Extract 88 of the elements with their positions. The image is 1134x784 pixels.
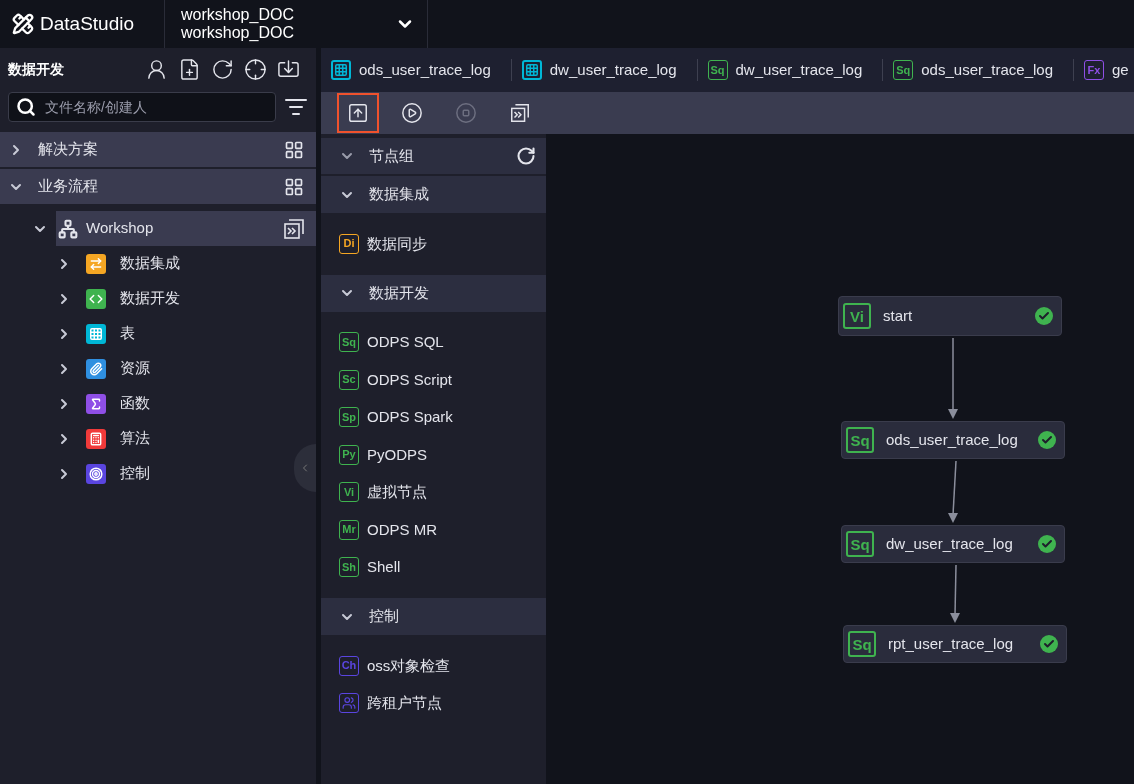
search-icon xyxy=(16,97,36,117)
tab-label[interactable]: dw_user_trace_log xyxy=(549,58,677,82)
node-type-item[interactable]: 跨租户节点 xyxy=(321,684,546,722)
workflow-node[interactable]: Sq rpt_user_trace_log xyxy=(843,625,1067,663)
workflow-label[interactable]: Workshop xyxy=(86,217,274,240)
connector-arrow xyxy=(948,460,958,523)
workflow-node[interactable]: Sq dw_user_trace_log xyxy=(841,525,1065,563)
tree-item-label[interactable]: 控制 xyxy=(120,462,150,485)
node-type-item[interactable]: Sq ODPS SQL xyxy=(321,323,546,361)
refresh-icon[interactable] xyxy=(516,146,536,166)
node-type-badge: Sq xyxy=(846,531,874,557)
grid-icon[interactable] xyxy=(284,139,304,160)
node-type-item[interactable]: Ch oss对象检查 xyxy=(321,647,546,685)
submit-button[interactable] xyxy=(337,93,379,133)
node-type-badge: Sq xyxy=(707,60,728,80)
project-name: workshop_DOC xyxy=(181,6,294,24)
sidebar-title: 数据开发 xyxy=(8,59,65,79)
node-type-badge: Sc xyxy=(339,369,359,390)
node-type-item[interactable]: Sp ODPS Spark xyxy=(321,398,546,436)
editor-tab[interactable]: ods_user_trace_log xyxy=(321,48,501,92)
editor-tab[interactable]: Sq dw_user_trace_log xyxy=(697,48,873,92)
node-type-badge: Sq xyxy=(893,60,914,80)
editor-tab[interactable]: Sq ods_user_trace_log xyxy=(883,48,1064,92)
new-file-icon[interactable] xyxy=(178,57,201,81)
node-type-item[interactable]: Sc ODPS Script xyxy=(321,361,546,399)
node-type-item[interactable]: Mr ODPS MR xyxy=(321,511,546,549)
node-label: ods_user_trace_log xyxy=(886,429,1019,450)
node-type-badge: Sq xyxy=(848,631,876,657)
node-type-badge: Sh xyxy=(339,557,359,578)
node-type-item[interactable]: Sh Shell xyxy=(321,548,546,586)
node-type-badge: Sq xyxy=(339,332,359,353)
search-field[interactable]: 文件名称/创建人 xyxy=(8,92,276,122)
group-header[interactable]: 数据集成 xyxy=(321,176,546,213)
forward-pages-icon xyxy=(509,102,531,124)
project-name: workshop_DOC xyxy=(181,24,294,42)
workflow-node[interactable]: Vi start xyxy=(838,296,1062,336)
tab-label[interactable]: ge xyxy=(1112,58,1129,82)
tree-item-label[interactable]: 函数 xyxy=(120,392,150,415)
node-type-item[interactable]: Vi 虚拟节点 xyxy=(321,473,546,511)
stop-icon xyxy=(455,102,477,124)
group-title[interactable]: 数据开发 xyxy=(369,281,429,305)
node-type-badge: Sq xyxy=(846,427,874,453)
node-type-badge: Sp xyxy=(339,407,359,428)
connector-arrow xyxy=(950,564,960,623)
user-icon[interactable] xyxy=(145,57,168,81)
group-title[interactable]: 数据集成 xyxy=(369,183,429,206)
workflow-row[interactable]: Workshop xyxy=(56,211,316,246)
group-title[interactable]: 控制 xyxy=(369,605,399,628)
panel-title: 节点组 xyxy=(369,145,415,166)
section-header[interactable]: 解决方案 xyxy=(0,132,316,168)
tree-item-label[interactable]: 数据集成 xyxy=(120,252,180,275)
editor-tab[interactable]: Fx ge xyxy=(1074,48,1134,92)
section-title[interactable]: 解决方案 xyxy=(38,138,270,161)
node-type-item[interactable]: Py PyODPS xyxy=(321,436,546,474)
tab-label[interactable]: ods_user_trace_log xyxy=(359,58,491,82)
tree-item-label[interactable]: 表 xyxy=(120,322,135,345)
grid-icon[interactable] xyxy=(284,176,304,197)
node-type-badge: Vi xyxy=(843,303,871,329)
refresh-icon[interactable] xyxy=(211,57,234,81)
tab-label[interactable]: dw_user_trace_log xyxy=(735,58,863,82)
node-type-item[interactable]: Di 数据同步 xyxy=(321,225,546,263)
app-title: DataStudio xyxy=(40,11,134,36)
section-title[interactable]: 业务流程 xyxy=(38,175,270,198)
collapse-handle[interactable] xyxy=(294,444,316,492)
workflow-node[interactable]: Sq ods_user_trace_log xyxy=(841,421,1065,459)
node-type-badge: Mr xyxy=(339,519,359,540)
node-type-badge: Di xyxy=(339,233,359,254)
tree-item-label[interactable]: 资源 xyxy=(120,357,150,380)
editor-tab[interactable]: dw_user_trace_log xyxy=(511,48,687,92)
crosshair-icon[interactable] xyxy=(244,57,267,81)
node-type-badge: Ch xyxy=(339,655,359,676)
play-icon xyxy=(401,102,423,124)
node-type-badge: Fx xyxy=(1084,60,1105,80)
group-header[interactable]: 数据开发 xyxy=(321,274,546,312)
section-header[interactable]: 业务流程 xyxy=(0,169,316,205)
node-label: dw_user_trace_log xyxy=(886,533,1014,554)
hierarchy-icon xyxy=(58,218,78,239)
group-header[interactable]: 控制 xyxy=(321,598,546,635)
tab-label[interactable]: ods_user_trace_log xyxy=(921,58,1054,82)
node-label: start xyxy=(883,305,914,326)
node-label: rpt_user_trace_log xyxy=(888,633,1015,654)
forward-pages-icon xyxy=(282,216,306,241)
tree-item-label[interactable]: 算法 xyxy=(120,427,150,450)
node-type-badge: Py xyxy=(339,444,359,465)
submit-icon xyxy=(347,102,369,124)
node-type-badge: Vi xyxy=(339,482,359,503)
tree-item-label[interactable]: 数据开发 xyxy=(120,287,180,310)
pencil-ruler-icon xyxy=(12,13,34,35)
